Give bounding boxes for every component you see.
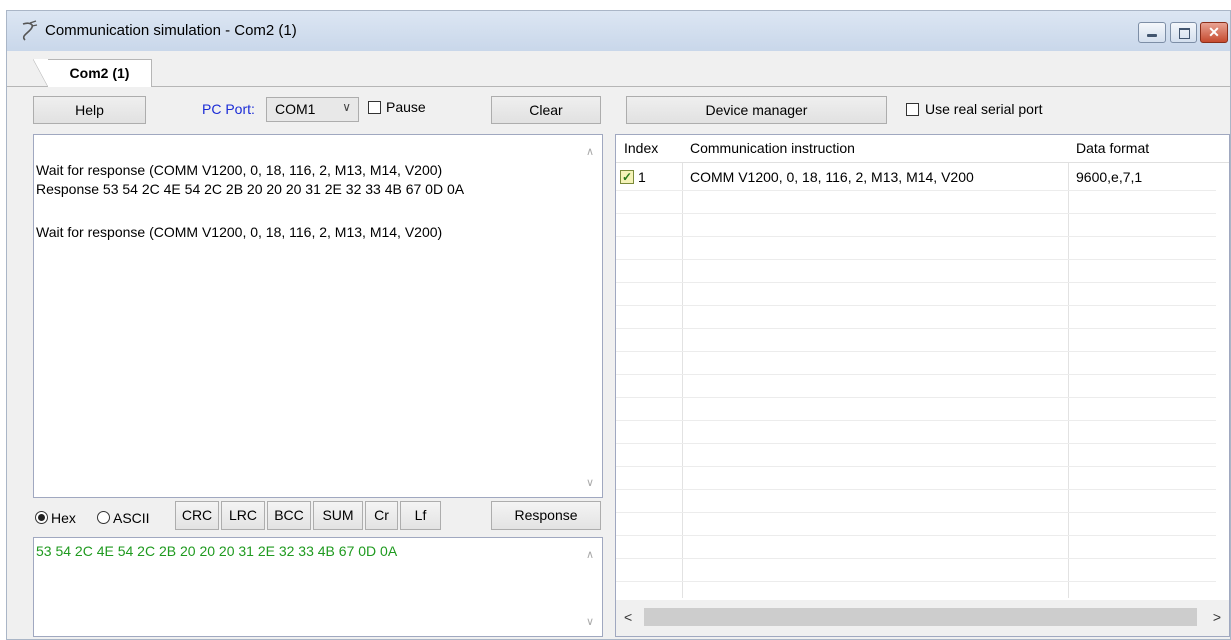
device-manager-button[interactable]: Device manager <box>626 96 887 124</box>
pause-label: Pause <box>386 99 426 115</box>
ascii-radio[interactable] <box>97 511 110 524</box>
bcc-button[interactable]: BCC <box>267 501 311 530</box>
row-divider <box>616 397 1216 398</box>
row-divider <box>616 282 1216 283</box>
lf-button[interactable]: Lf <box>400 501 441 530</box>
instruction-grid[interactable]: Index Communication instruction Data for… <box>615 134 1230 637</box>
communication-simulation-window: Communication simulation - Com2 (1) ✕ Co… <box>6 10 1231 640</box>
scroll-up-icon[interactable]: ∧ <box>586 548 594 561</box>
row-divider <box>616 305 1216 306</box>
log-line: Wait for response (COMM V1200, 0, 18, 11… <box>36 224 443 240</box>
pc-port-value: COM1 <box>275 101 316 117</box>
row-divider <box>616 466 1216 467</box>
grid-header: Index Communication instruction Data for… <box>616 135 1229 163</box>
probe-icon <box>22 20 38 41</box>
row-divider <box>616 190 1216 191</box>
grid-divider <box>682 135 683 598</box>
crc-button[interactable]: CRC <box>175 501 219 530</box>
ascii-label: ASCII <box>113 510 150 526</box>
response-input[interactable]: 53 54 2C 4E 54 2C 2B 20 20 20 31 2E 32 3… <box>33 537 603 637</box>
grid-divider <box>1068 135 1069 598</box>
row-divider <box>616 443 1216 444</box>
row-index: 1 <box>638 169 646 185</box>
tab-strip: Com2 (1) <box>7 51 1230 87</box>
minimize-button[interactable] <box>1138 22 1166 43</box>
sum-button[interactable]: SUM <box>313 501 363 530</box>
scroll-right-icon[interactable]: > <box>1213 609 1221 625</box>
row-divider <box>616 213 1216 214</box>
row-divider <box>616 328 1216 329</box>
scroll-thumb[interactable] <box>644 608 1197 626</box>
row-enabled-checkbox[interactable]: ✓ <box>620 170 634 184</box>
row-divider <box>616 489 1216 490</box>
maximize-icon <box>1179 28 1190 39</box>
data-format-column-header[interactable]: Data format <box>1076 140 1149 156</box>
close-icon: ✕ <box>1208 24 1220 40</box>
row-divider <box>616 374 1216 375</box>
pc-port-select[interactable]: COM1 ∨ <box>266 97 359 122</box>
response-text: 53 54 2C 4E 54 2C 2B 20 20 20 31 2E 32 3… <box>36 543 398 559</box>
scroll-down-icon[interactable]: ∨ <box>586 615 594 628</box>
row-divider <box>616 535 1216 536</box>
row-instruction: COMM V1200, 0, 18, 116, 2, M13, M14, V20… <box>690 169 974 185</box>
row-divider <box>616 236 1216 237</box>
instruction-column-header[interactable]: Communication instruction <box>690 140 855 156</box>
row-divider <box>616 581 1216 582</box>
scroll-up-icon[interactable]: ∧ <box>586 145 594 158</box>
lrc-button[interactable]: LRC <box>221 501 265 530</box>
pause-checkbox[interactable] <box>368 101 381 114</box>
hex-label: Hex <box>51 510 76 526</box>
row-divider <box>616 420 1216 421</box>
index-column-header[interactable]: Index <box>624 140 658 156</box>
communication-log[interactable]: Wait for response (COMM V1200, 0, 18, 11… <box>33 134 603 498</box>
response-button[interactable]: Response <box>491 501 601 530</box>
use-real-serial-port-checkbox[interactable] <box>906 103 919 116</box>
row-data-format: 9600,e,7,1 <box>1076 169 1143 185</box>
scroll-down-icon[interactable]: ∨ <box>586 476 594 489</box>
title-bar: Communication simulation - Com2 (1) ✕ <box>7 11 1230 51</box>
pc-port-label: PC Port: <box>202 101 255 117</box>
use-real-serial-port-label: Use real serial port <box>925 101 1043 117</box>
scroll-left-icon[interactable]: < <box>624 609 632 625</box>
help-button[interactable]: Help <box>33 96 146 124</box>
row-divider <box>616 558 1216 559</box>
horizontal-scrollbar[interactable]: < > <box>616 600 1229 636</box>
chevron-down-icon: ∨ <box>342 100 351 114</box>
maximize-button[interactable] <box>1170 22 1197 43</box>
window-title: Communication simulation - Com2 (1) <box>45 22 297 39</box>
tab-baseline <box>7 86 1230 87</box>
hex-radio-dot <box>38 514 45 521</box>
clear-button[interactable]: Clear <box>491 96 601 124</box>
row-divider <box>616 512 1216 513</box>
hex-radio[interactable] <box>35 511 48 524</box>
minimize-icon <box>1147 34 1157 37</box>
row-divider <box>616 259 1216 260</box>
close-button[interactable]: ✕ <box>1200 22 1228 43</box>
log-line: Response 53 54 2C 4E 54 2C 2B 20 20 20 3… <box>36 181 465 197</box>
cr-button[interactable]: Cr <box>365 501 398 530</box>
tab-com2[interactable]: Com2 (1) <box>33 59 152 87</box>
row-divider <box>616 351 1216 352</box>
log-line: Wait for response (COMM V1200, 0, 18, 11… <box>36 162 443 178</box>
